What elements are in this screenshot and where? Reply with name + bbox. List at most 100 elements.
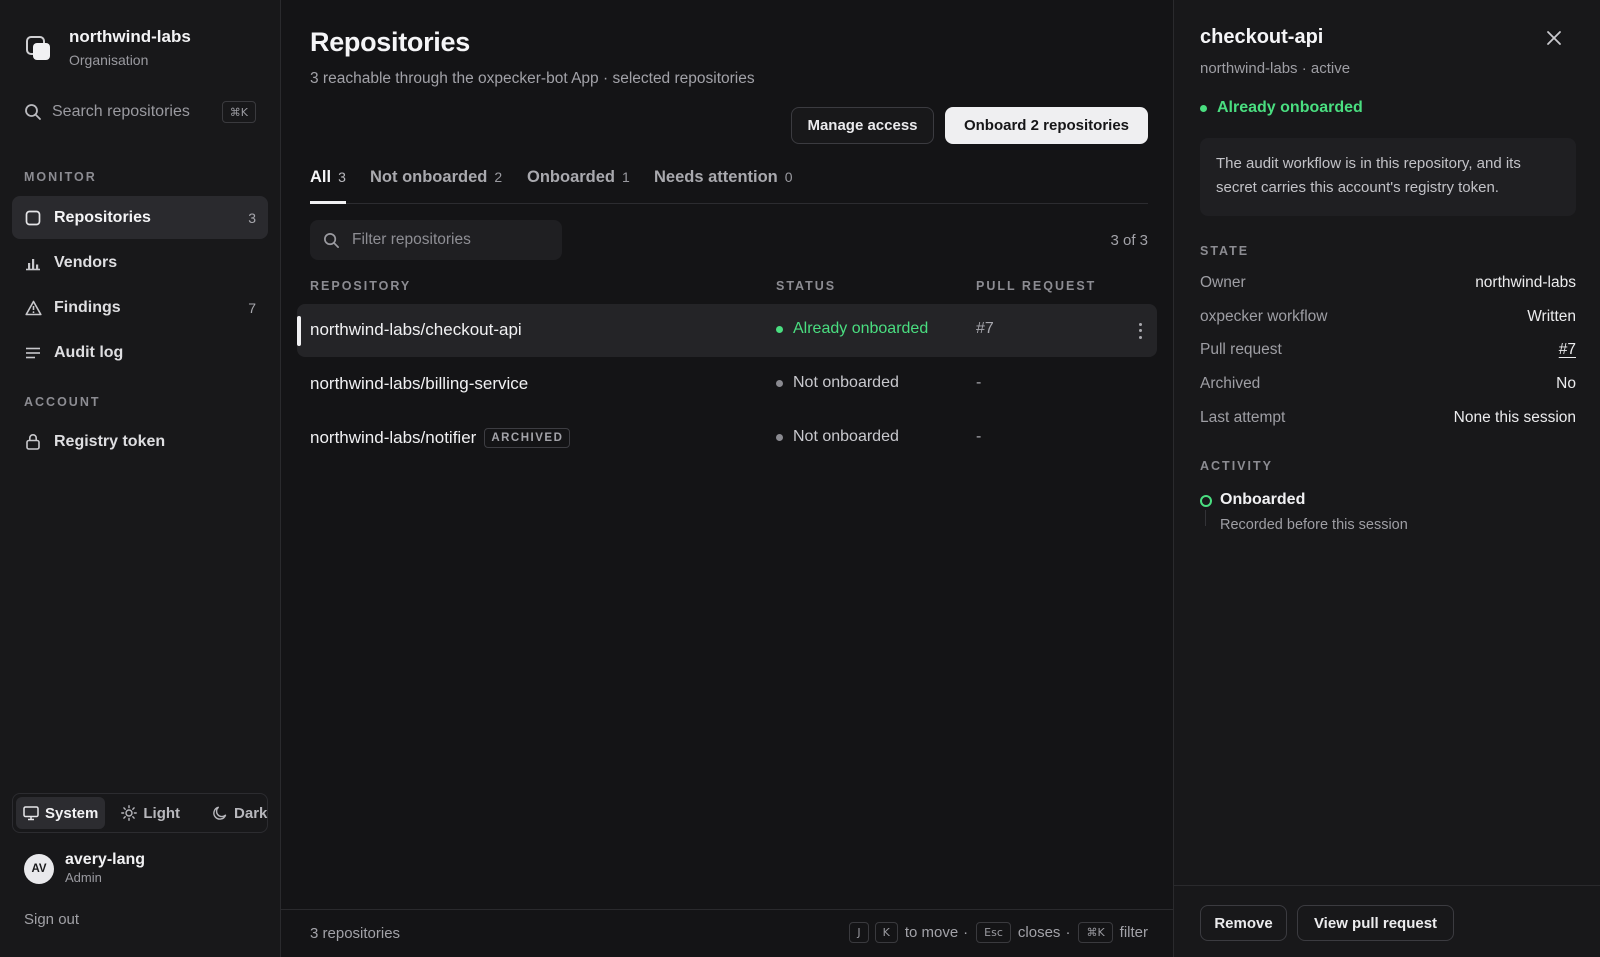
theme-option-label: Dark (234, 804, 268, 822)
repo-name: northwind-labs/notifier ARCHIVED (310, 428, 571, 448)
state-row-owner: Owner northwind-labs (1200, 274, 1576, 296)
theme-option-light[interactable]: Light (114, 797, 187, 829)
archived-badge: ARCHIVED (484, 428, 571, 448)
activity-timeline-line (1205, 510, 1206, 526)
tab-count: 3 (338, 169, 346, 185)
theme-option-dark[interactable]: Dark (205, 797, 274, 829)
tab-label: All (310, 168, 332, 186)
main-footer: 3 repositories J K to move · Esc closes … (281, 909, 1173, 957)
status-text: Not onboarded (793, 374, 899, 391)
user-profile[interactable]: AV avery-lang Admin (24, 850, 145, 887)
hint-separator: · (1065, 924, 1071, 941)
moon-icon (212, 805, 228, 821)
filter-box (310, 220, 562, 260)
onboard-repositories-button[interactable]: Onboard 2 repositories (945, 107, 1148, 144)
sidebar: northwind-labs Organisation Search repos… (0, 0, 281, 957)
pull-request-ref: - (976, 428, 982, 445)
sign-out-link[interactable]: Sign out (24, 911, 79, 928)
theme-option-system[interactable]: System (16, 797, 106, 829)
column-header-status: STATUS (776, 279, 837, 293)
pull-request-link[interactable]: #7 (1559, 341, 1576, 363)
section-label-state: STATE (1200, 244, 1250, 258)
user-role: Admin (65, 870, 102, 885)
section-label-activity: ACTIVITY (1200, 459, 1273, 473)
warning-icon (24, 299, 42, 317)
hint-to-move: to move (904, 924, 959, 941)
org-switcher[interactable]: northwind-labs Organisation (26, 27, 191, 70)
status-badge: Not onboarded (776, 428, 899, 446)
more-options-icon[interactable] (1133, 321, 1147, 341)
keyboard-hints: J K to move · Esc closes · ⌘K filter (846, 922, 1148, 943)
sidebar-item-label: Vendors (54, 253, 118, 271)
list-icon (24, 344, 42, 362)
sidebar-item-count: 7 (248, 299, 256, 316)
tab-count: 1 (622, 169, 630, 185)
footer-repo-count: 3 repositories (310, 925, 401, 942)
tab-not-onboarded[interactable]: Not onboarded 2 (370, 168, 502, 204)
repo-name-text: northwind-labs/billing-service (310, 374, 529, 393)
tab-all[interactable]: All 3 (310, 168, 346, 204)
tab-count: 2 (494, 169, 503, 185)
state-row-archived: Archived No (1200, 375, 1576, 397)
sidebar-item-findings[interactable]: Findings 7 (12, 286, 268, 329)
status-dot-icon (776, 379, 783, 387)
kbd-j: J (849, 922, 869, 943)
sidebar-search[interactable]: Search repositories ⌘K (24, 97, 256, 127)
activity-title: Onboarded (1220, 491, 1306, 508)
state-row-last-attempt: Last attempt None this session (1200, 409, 1576, 431)
hint-separator: · (963, 924, 969, 941)
search-shortcut-kbd: ⌘K (221, 101, 256, 123)
close-icon[interactable] (1545, 29, 1563, 47)
status-text: Not onboarded (793, 428, 899, 445)
state-key: Pull request (1200, 341, 1282, 358)
state-key: Archived (1200, 375, 1261, 392)
search-icon (324, 232, 339, 248)
hint-closes: closes (1017, 924, 1061, 941)
panel-status-text: Already onboarded (1217, 99, 1363, 116)
sidebar-item-vendors[interactable]: Vendors (12, 241, 268, 284)
sun-icon (121, 805, 138, 821)
pull-request-ref[interactable]: #7 (976, 320, 994, 338)
tab-onboarded[interactable]: Onboarded 1 (527, 168, 630, 204)
repo-name-text: northwind-labs/checkout-api (310, 320, 522, 339)
kbd-k: K (874, 922, 898, 943)
state-row-workflow: oxpecker workflow Written (1200, 308, 1576, 330)
selection-indicator (297, 316, 301, 346)
state-value: Written (1527, 308, 1576, 325)
manage-access-button[interactable]: Manage access (791, 107, 934, 144)
status-dot-icon (776, 433, 783, 441)
state-key: oxpecker workflow (1200, 308, 1328, 325)
hint-filter: filter (1119, 924, 1148, 941)
sidebar-item-label: Registry token (54, 432, 166, 450)
sidebar-item-repositories[interactable]: Repositories 3 (12, 196, 268, 239)
section-label-monitor: MONITOR (24, 170, 97, 184)
remove-button[interactable]: Remove (1200, 905, 1287, 941)
sidebar-search-placeholder: Search repositories (52, 103, 190, 120)
pull-request-ref: - (976, 374, 982, 391)
view-pull-request-button[interactable]: View pull request (1297, 905, 1454, 941)
theme-option-label: System (45, 804, 99, 822)
panel-footer: Remove View pull request (1174, 885, 1600, 957)
status-dot-icon (776, 325, 783, 333)
page-subtitle: 3 reachable through the oxpecker-bot App… (310, 70, 755, 87)
sidebar-item-label: Audit log (54, 343, 124, 361)
table-row[interactable]: northwind-labs/notifier ARCHIVED Not onbo… (297, 412, 1157, 465)
table-row[interactable]: northwind-labs/checkout-api Already onbo… (297, 304, 1157, 357)
page-title: Repositories (310, 27, 470, 57)
sidebar-item-audit-log[interactable]: Audit log (12, 331, 268, 374)
tab-needs-attention[interactable]: Needs attention 0 (654, 168, 793, 204)
panel-note: The audit workflow is in this repository… (1200, 138, 1576, 216)
table-row[interactable]: northwind-labs/billing-service Not onboa… (297, 358, 1157, 411)
status-text: Already onboarded (793, 320, 929, 337)
state-key: Last attempt (1200, 409, 1286, 426)
tab-count: 0 (784, 169, 793, 185)
status-badge: Already onboarded (776, 320, 928, 338)
sidebar-item-label: Repositories (54, 208, 151, 226)
sidebar-item-registry-token[interactable]: Registry token (12, 420, 268, 463)
lock-icon (24, 433, 42, 451)
tab-label: Onboarded (527, 168, 616, 186)
filter-input[interactable] (352, 231, 542, 249)
activity-description: Recorded before this session (1220, 517, 1408, 533)
state-key: Owner (1200, 274, 1246, 291)
kbd-esc: Esc (976, 922, 1011, 943)
